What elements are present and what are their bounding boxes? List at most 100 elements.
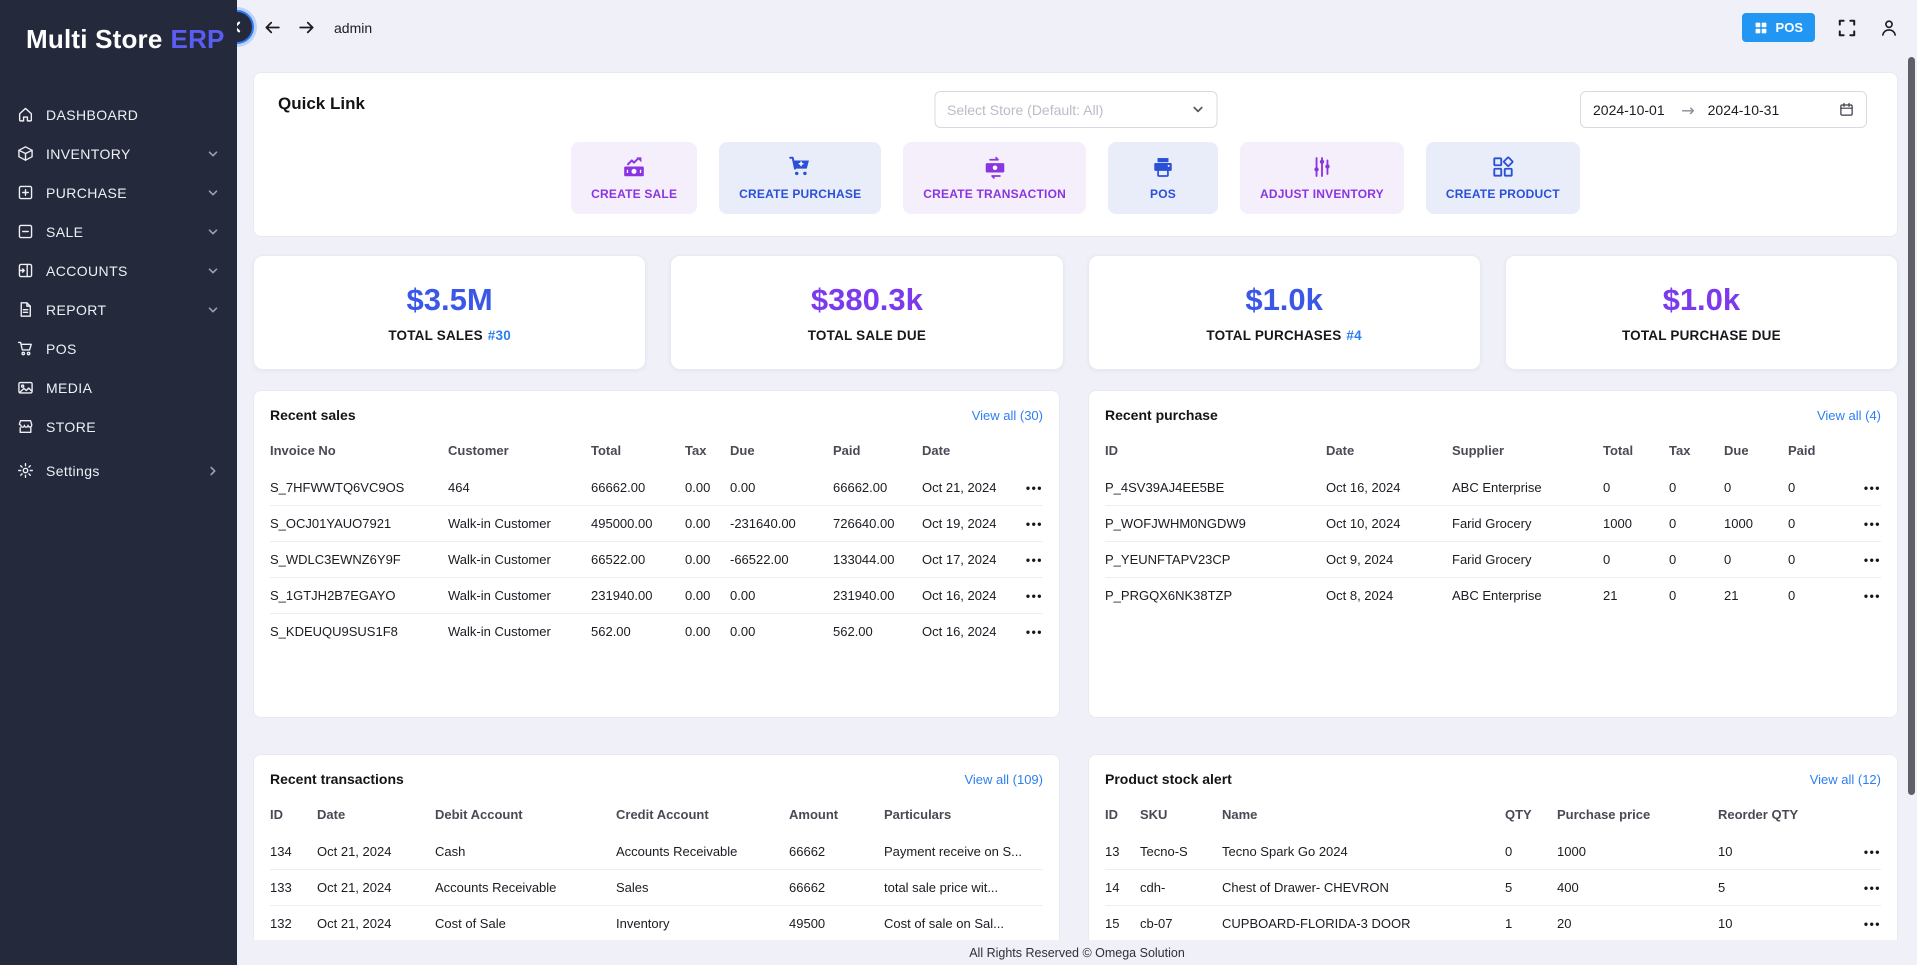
inventory-icon [17, 145, 34, 162]
table-cell: 13 [1105, 844, 1140, 859]
row-actions-button[interactable]: ••• [1851, 553, 1881, 567]
table-cell: 1 [1505, 916, 1557, 931]
sidebar-item-purchase[interactable]: PURCHASE [0, 173, 237, 212]
column-header: Purchase price [1557, 807, 1718, 822]
column-header: Supplier [1452, 443, 1603, 458]
table-column-headers: IDDateDebit AccountCredit AccountAmountP… [270, 793, 1043, 834]
date-from-value[interactable]: 2024-10-01 [1593, 102, 1665, 118]
stat-count-link[interactable]: #4 [1346, 328, 1361, 343]
column-header: Name [1222, 807, 1505, 822]
footer: All Rights Reserved © Omega Solution [237, 940, 1917, 965]
sidebar-item-store[interactable]: STORE [0, 407, 237, 446]
table-cell: 231940.00 [591, 588, 685, 603]
store-icon [17, 418, 34, 435]
sidebar-item-sale[interactable]: SALE [0, 212, 237, 251]
view-all-link[interactable]: View all (30) [972, 408, 1043, 423]
table-cell: cb-07 [1140, 916, 1222, 931]
stat-value: $380.3k [811, 282, 923, 318]
table-cell: 0 [1788, 516, 1851, 531]
row-actions-button[interactable]: ••• [1013, 517, 1043, 531]
table-cell: Sales [616, 880, 789, 895]
sidebar-item-settings[interactable]: Settings [0, 451, 237, 490]
table-cell: 1000 [1557, 844, 1718, 859]
report-icon [17, 301, 34, 318]
breadcrumb-username: admin [334, 20, 372, 36]
table-cell: ABC Enterprise [1452, 588, 1603, 603]
settings-icon [17, 462, 34, 479]
quick-actions: CREATE SALE CREATE PURCHASE CREATE TRANSAC… [278, 142, 1873, 214]
table-title: Recent transactions [270, 771, 404, 787]
row-actions-button[interactable]: ••• [1013, 481, 1043, 495]
user-icon[interactable] [1879, 18, 1899, 38]
column-header: SKU [1140, 807, 1222, 822]
view-all-link[interactable]: View all (12) [1810, 772, 1881, 787]
row-actions-button[interactable]: ••• [1013, 553, 1043, 567]
table-cell: ABC Enterprise [1452, 480, 1603, 495]
quick-action-create-purchase[interactable]: CREATE PURCHASE [719, 142, 881, 214]
row-actions-button[interactable]: ••• [1851, 881, 1881, 895]
quick-action-label: CREATE TRANSACTION [923, 187, 1066, 201]
sidebar-item-report[interactable]: REPORT [0, 290, 237, 329]
nav-forward-button[interactable] [297, 18, 316, 37]
table-cell: P_4SV39AJ4EE5BE [1105, 480, 1326, 495]
row-actions-button[interactable]: ••• [1851, 481, 1881, 495]
column-header: Particulars [884, 807, 1043, 822]
table-cell: Oct 8, 2024 [1326, 588, 1452, 603]
nav-back-button[interactable] [263, 18, 282, 37]
fullscreen-icon[interactable] [1837, 18, 1857, 38]
app-logo[interactable]: Multi StoreERP [0, 0, 237, 55]
quick-action-label: ADJUST INVENTORY [1260, 187, 1384, 201]
stat-value: $1.0k [1663, 282, 1741, 318]
row-actions-button[interactable]: ••• [1013, 589, 1043, 603]
sidebar-item-label: INVENTORY [46, 146, 131, 162]
column-header: Tax [1669, 443, 1724, 458]
table-title: Recent purchase [1105, 407, 1218, 423]
view-all-link[interactable]: View all (109) [964, 772, 1043, 787]
quick-action-adjust-inventory[interactable]: ADJUST INVENTORY [1240, 142, 1404, 214]
row-actions-button[interactable]: ••• [1851, 517, 1881, 531]
date-to-value[interactable]: 2024-10-31 [1708, 102, 1780, 118]
table-cell: 0 [1788, 480, 1851, 495]
sidebar-item-accounts[interactable]: ACCOUNTS [0, 251, 237, 290]
date-range-picker[interactable]: 2024-10-01 2024-10-31 [1580, 91, 1867, 128]
quick-action-create-sale[interactable]: CREATE SALE [571, 142, 697, 214]
scrollbar-thumb[interactable] [1908, 57, 1915, 795]
quick-action-create-product[interactable]: CREATE PRODUCT [1426, 142, 1580, 214]
view-all-link[interactable]: View all (4) [1817, 408, 1881, 423]
chevron-right-icon [207, 465, 219, 477]
row-actions-button[interactable]: ••• [1851, 589, 1881, 603]
table-cell: Cost of Sale [435, 916, 616, 931]
sidebar-item-inventory[interactable]: INVENTORY [0, 134, 237, 173]
swap-right-arrow-icon [1681, 102, 1696, 117]
pos-shortcut-button[interactable]: POS [1742, 13, 1815, 42]
row-actions-button[interactable]: ••• [1851, 917, 1881, 931]
table-cell: P_PRGQX6NK38TZP [1105, 588, 1326, 603]
column-header: ID [1105, 443, 1326, 458]
column-header: Date [922, 443, 1013, 458]
sidebar-item-dashboard[interactable]: DASHBOARD [0, 95, 237, 134]
table-cell: 133044.00 [833, 552, 922, 567]
stat-count-link[interactable]: #30 [488, 328, 511, 343]
topbar-actions: POS [1742, 13, 1917, 42]
table-cell: 5 [1505, 880, 1557, 895]
store-select[interactable]: Select Store (Default: All) [934, 91, 1217, 128]
table-row: S_OCJ01YAUO7921Walk-in Customer495000.00… [270, 505, 1043, 541]
column-header: Customer [448, 443, 591, 458]
table-row: 14cdh-Chest of Drawer- CHEVRON54005••• [1105, 869, 1881, 905]
table-cell: 0.00 [730, 480, 833, 495]
table-cell: CUPBOARD-FLORIDA-3 DOOR [1222, 916, 1505, 931]
stats-row: $3.5MTOTAL SALES#30$380.3kTOTAL SALE DUE… [253, 255, 1898, 370]
row-actions-button[interactable]: ••• [1013, 625, 1043, 639]
quick-action-pos[interactable]: POS [1108, 142, 1218, 214]
sidebar-item-media[interactable]: MEDIA [0, 368, 237, 407]
table-cell: Farid Grocery [1452, 552, 1603, 567]
sidebar-item-pos[interactable]: POS [0, 329, 237, 368]
row-actions-button[interactable]: ••• [1851, 845, 1881, 859]
quick-action-create-transaction[interactable]: CREATE TRANSACTION [903, 142, 1086, 214]
table-cell: 0 [1788, 588, 1851, 603]
table-cell: 0 [1669, 588, 1724, 603]
stat-label: TOTAL SALE DUE [808, 328, 926, 343]
table-cell: 10 [1718, 916, 1851, 931]
column-header: Invoice No [270, 443, 448, 458]
quick-action-label: CREATE PRODUCT [1446, 187, 1560, 201]
